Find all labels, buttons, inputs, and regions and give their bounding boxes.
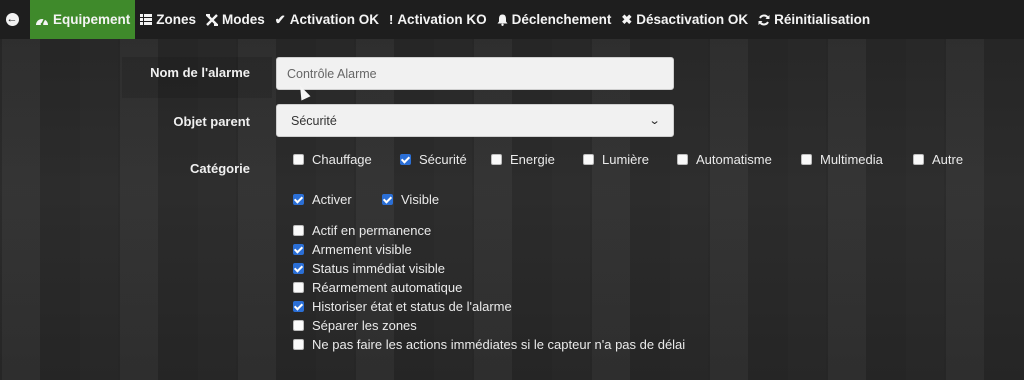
- category-multimedia[interactable]: Multimedia: [801, 152, 883, 167]
- dashboard-icon: [35, 14, 49, 26]
- activer-checkbox[interactable]: [293, 194, 304, 205]
- option-checkbox[interactable]: [293, 339, 304, 350]
- category-automatisme[interactable]: Automatisme: [677, 152, 772, 167]
- tab-zones[interactable]: Zones: [135, 0, 201, 39]
- option-label: Status immédiat visible: [312, 261, 445, 276]
- exclamation-icon: !: [388, 12, 394, 27]
- tab-reinitialisation[interactable]: Réinitialisation: [753, 0, 875, 39]
- category-securite[interactable]: Sécurité: [400, 152, 467, 167]
- bell-icon: [497, 14, 508, 26]
- option-label: Actif en permanence: [312, 223, 432, 238]
- category-label: Catégorie: [190, 161, 250, 176]
- option-checkbox[interactable]: [293, 225, 304, 236]
- option-checkbox[interactable]: [293, 244, 304, 255]
- category-energie[interactable]: Energie: [491, 152, 555, 167]
- back-button[interactable]: ←: [0, 0, 24, 39]
- option-label: Séparer les zones: [312, 318, 417, 333]
- category-label-text: Energie: [510, 152, 555, 167]
- tab-label: Déclenchement: [511, 12, 612, 27]
- category-checkbox[interactable]: [293, 154, 304, 165]
- category-checkbox[interactable]: [583, 154, 594, 165]
- option-separer-zones[interactable]: Séparer les zones: [293, 318, 417, 333]
- tab-label: Zones: [156, 12, 197, 27]
- activer-option[interactable]: Activer: [293, 192, 352, 207]
- modes-icon: [206, 13, 219, 26]
- tab-label: Activation KO: [397, 12, 487, 27]
- option-historiser[interactable]: Historiser état et status de l'alarme: [293, 299, 512, 314]
- check-icon: ✔: [274, 11, 286, 27]
- times-icon: ✖: [621, 11, 633, 27]
- visible-checkbox[interactable]: [382, 194, 393, 205]
- category-label-text: Autre: [932, 152, 964, 167]
- category-checkbox[interactable]: [801, 154, 812, 165]
- alarm-name-input[interactable]: [276, 57, 674, 90]
- option-pas-actions-immediates[interactable]: Ne pas faire les actions immédiates si l…: [293, 337, 685, 352]
- category-label-text: Sécurité: [419, 152, 467, 167]
- tab-declenchement[interactable]: Déclenchement: [492, 0, 617, 39]
- tab-activation-ko[interactable]: ! Activation KO: [384, 0, 492, 39]
- option-rearmement-auto[interactable]: Réarmement automatique: [293, 280, 462, 295]
- visible-label: Visible: [401, 192, 440, 207]
- activer-label: Activer: [312, 192, 352, 207]
- tab-label: Equipement: [53, 12, 131, 27]
- option-checkbox[interactable]: [293, 263, 304, 274]
- parent-object-value: Sécurité: [291, 113, 337, 128]
- option-checkbox[interactable]: [293, 320, 304, 331]
- arrow-left-icon: ←: [5, 13, 19, 26]
- category-checkbox[interactable]: [400, 154, 411, 165]
- category-checkbox[interactable]: [491, 154, 502, 165]
- category-chauffage[interactable]: Chauffage: [293, 152, 372, 167]
- chevron-down-icon: ⌄: [648, 115, 661, 127]
- category-label-text: Chauffage: [312, 152, 372, 167]
- tab-label: Activation OK: [289, 12, 379, 27]
- category-label-text: Lumière: [602, 152, 649, 167]
- tab-equipement[interactable]: Equipement: [30, 0, 136, 39]
- option-checkbox[interactable]: [293, 282, 304, 293]
- tab-activation-ok[interactable]: ✔ Activation OK: [270, 0, 384, 39]
- tab-label: Modes: [222, 12, 265, 27]
- option-actif-permanence[interactable]: Actif en permanence: [293, 223, 431, 238]
- list-icon: [140, 14, 153, 25]
- visible-option[interactable]: Visible: [382, 192, 439, 207]
- category-label-text: Multimedia: [820, 152, 883, 167]
- alarm-name-label: Nom de l'alarme: [150, 65, 250, 80]
- option-status-immediat[interactable]: Status immédiat visible: [293, 261, 445, 276]
- category-checkbox[interactable]: [913, 154, 924, 165]
- tab-modes[interactable]: Modes: [201, 0, 270, 39]
- refresh-icon: [758, 14, 770, 26]
- tab-label: Désactivation OK: [636, 12, 749, 27]
- option-label: Réarmement automatique: [312, 280, 463, 295]
- option-label: Armement visible: [312, 242, 412, 257]
- option-label: Ne pas faire les actions immédiates si l…: [312, 337, 686, 352]
- parent-object-label: Objet parent: [173, 114, 250, 129]
- category-autre[interactable]: Autre: [913, 152, 963, 167]
- tab-label: Réinitialisation: [774, 12, 871, 27]
- option-checkbox[interactable]: [293, 301, 304, 312]
- option-label: Historiser état et status de l'alarme: [312, 299, 512, 314]
- category-checkbox[interactable]: [677, 154, 688, 165]
- parent-object-select[interactable]: Sécurité ⌄: [276, 104, 674, 137]
- category-label-text: Automatisme: [696, 152, 772, 167]
- tab-desactivation-ok[interactable]: ✖ Désactivation OK: [616, 0, 753, 39]
- top-nav-bar: ← Equipement Zones Modes ✔ Activation OK…: [0, 0, 1024, 39]
- category-lumiere[interactable]: Lumière: [583, 152, 649, 167]
- option-armement-visible[interactable]: Armement visible: [293, 242, 412, 257]
